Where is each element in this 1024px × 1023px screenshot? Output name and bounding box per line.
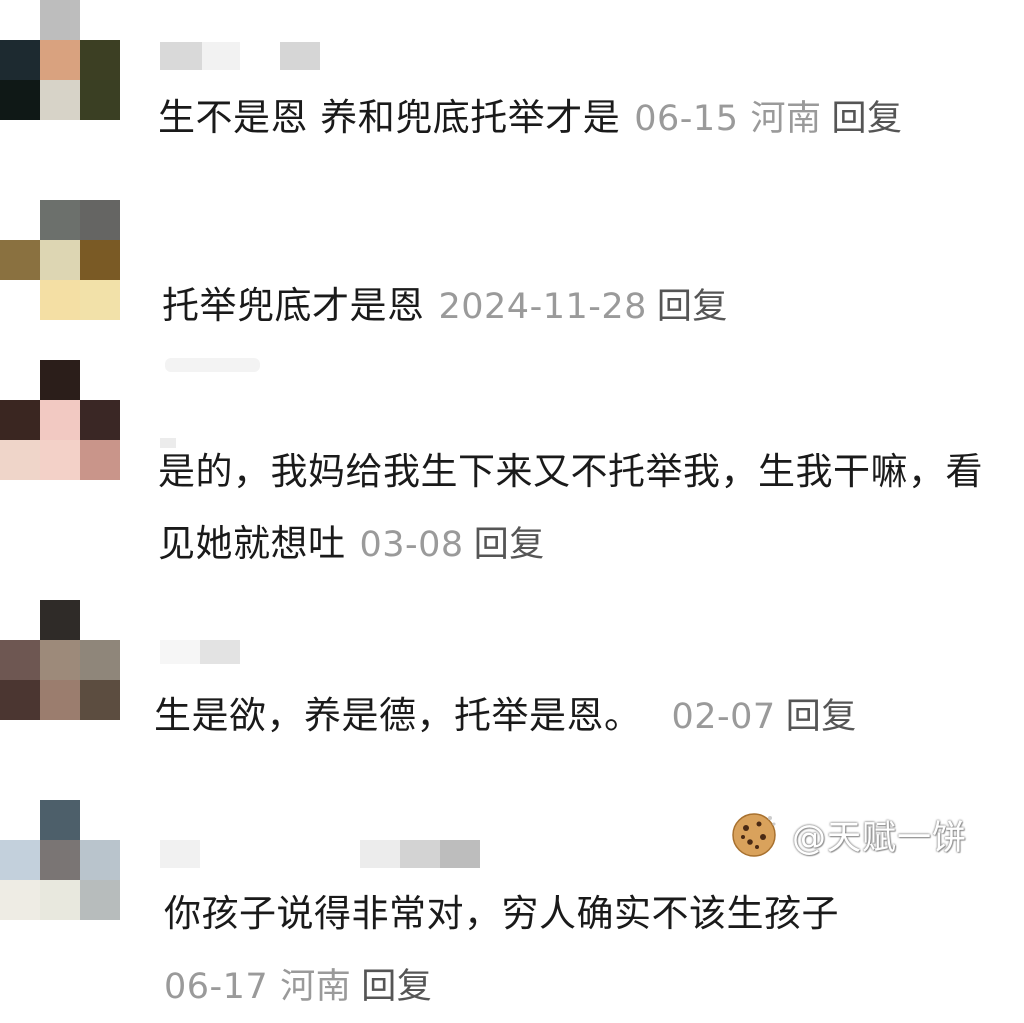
comment-date: 2024-11-28 bbox=[438, 287, 647, 327]
avatar-pixel bbox=[80, 640, 120, 680]
watermark: @天赋一饼 bbox=[730, 806, 967, 862]
avatar-pixel bbox=[40, 640, 80, 680]
username-blurred[interactable] bbox=[165, 358, 265, 374]
comment-date: 06-17 bbox=[164, 967, 269, 1007]
comment-body: 生是欲，养是德，托举是恩。 02-07 回复 bbox=[154, 680, 1008, 753]
avatar-pixel bbox=[0, 240, 40, 280]
avatar-pixel bbox=[40, 880, 80, 920]
avatar-pixel bbox=[40, 400, 80, 440]
cookie-icon bbox=[732, 813, 776, 857]
comment-meta: 06-17 河南 回复 bbox=[164, 967, 432, 1007]
comment-text: 生不是恩 养和兜底托举才是 bbox=[158, 96, 621, 139]
username-blurred[interactable] bbox=[160, 42, 360, 72]
watermark-text: @天赋一饼 bbox=[792, 817, 967, 858]
avatar[interactable] bbox=[0, 0, 120, 120]
comment-text: 托举兜底才是恩 bbox=[162, 284, 425, 327]
username-blurred[interactable] bbox=[160, 640, 250, 666]
avatar-pixel bbox=[0, 880, 40, 920]
reply-button[interactable]: 回复 bbox=[361, 967, 432, 1007]
avatar-pixel bbox=[80, 400, 120, 440]
avatar-pixel bbox=[80, 80, 120, 120]
avatar-pixel bbox=[40, 600, 80, 640]
avatar-pixel bbox=[0, 280, 40, 320]
avatar-pixel bbox=[0, 840, 40, 880]
avatar-pixel bbox=[40, 0, 80, 40]
avatar-pixel bbox=[80, 840, 120, 880]
avatar-pixel bbox=[0, 440, 40, 480]
comment-meta: 02-07 回复 bbox=[672, 697, 857, 737]
comment-meta: 03-08 回复 bbox=[360, 525, 545, 565]
comment-body: 你孩子说得非常对，穷人确实不该生孩子 06-17 河南 回复 bbox=[164, 878, 984, 1023]
avatar-pixel bbox=[0, 400, 40, 440]
avatar-pixel bbox=[80, 680, 120, 720]
reply-button[interactable]: 回复 bbox=[831, 99, 902, 139]
avatar-pixel bbox=[80, 600, 120, 640]
avatar-pixel bbox=[40, 80, 80, 120]
avatar[interactable] bbox=[0, 200, 120, 320]
avatar-pixel bbox=[80, 360, 120, 400]
avatar-pixel bbox=[0, 360, 40, 400]
avatar-pixel bbox=[40, 280, 80, 320]
avatar-pixel bbox=[80, 280, 120, 320]
comment-meta: 2024-11-28 回复 bbox=[439, 287, 728, 327]
avatar-pixel bbox=[80, 440, 120, 480]
avatar-pixel bbox=[40, 240, 80, 280]
avatar-pixel bbox=[40, 360, 80, 400]
avatar-pixel bbox=[80, 880, 120, 920]
avatar-pixel bbox=[40, 200, 80, 240]
avatar-pixel bbox=[40, 840, 80, 880]
comment-date: 06-15 bbox=[634, 99, 739, 139]
comment-body: 生不是恩 养和兜底托举才是 06-15 河南 回复 bbox=[158, 82, 1008, 155]
avatar-pixel bbox=[0, 0, 40, 40]
avatar-pixel bbox=[0, 600, 40, 640]
avatar-pixel bbox=[0, 40, 40, 80]
comment-meta: 06-15 河南 回复 bbox=[634, 99, 902, 139]
comment-text: 是的，我妈给我生下来又不托举我，生我干嘛，看见她就想吐 bbox=[158, 450, 983, 565]
comment-body: 托举兜底才是恩 2024-11-28 回复 bbox=[162, 270, 1008, 343]
avatar-pixel bbox=[40, 440, 80, 480]
avatar-pixel bbox=[80, 240, 120, 280]
avatar-pixel bbox=[0, 80, 40, 120]
avatar-pixel bbox=[40, 680, 80, 720]
avatar-pixel bbox=[0, 800, 40, 840]
avatar-pixel bbox=[40, 800, 80, 840]
reply-button[interactable]: 回复 bbox=[474, 525, 545, 565]
comment-location: 河南 bbox=[750, 99, 822, 139]
avatar-pixel bbox=[80, 200, 120, 240]
comment-text: 生是欲，养是德，托举是恩。 bbox=[154, 694, 642, 737]
avatar[interactable] bbox=[0, 800, 120, 920]
avatar-pixel bbox=[40, 40, 80, 80]
reply-button[interactable]: 回复 bbox=[657, 287, 728, 327]
avatar[interactable] bbox=[0, 600, 120, 720]
comment-text: 你孩子说得非常对，穷人确实不该生孩子 bbox=[164, 892, 839, 935]
username-blurred[interactable] bbox=[160, 840, 480, 870]
comment-location: 河南 bbox=[280, 967, 352, 1007]
avatar-pixel bbox=[80, 800, 120, 840]
comment-date: 03-08 bbox=[359, 525, 464, 565]
avatar-pixel bbox=[80, 40, 120, 80]
avatar-pixel bbox=[0, 200, 40, 240]
comment-body: 是的，我妈给我生下来又不托举我，生我干嘛，看见她就想吐 03-08 回复 bbox=[158, 436, 988, 581]
avatar-pixel bbox=[80, 0, 120, 40]
avatar-pixel bbox=[0, 680, 40, 720]
reply-button[interactable]: 回复 bbox=[786, 697, 857, 737]
avatar-pixel bbox=[0, 640, 40, 680]
comment-date: 02-07 bbox=[671, 697, 776, 737]
avatar[interactable] bbox=[0, 360, 120, 480]
